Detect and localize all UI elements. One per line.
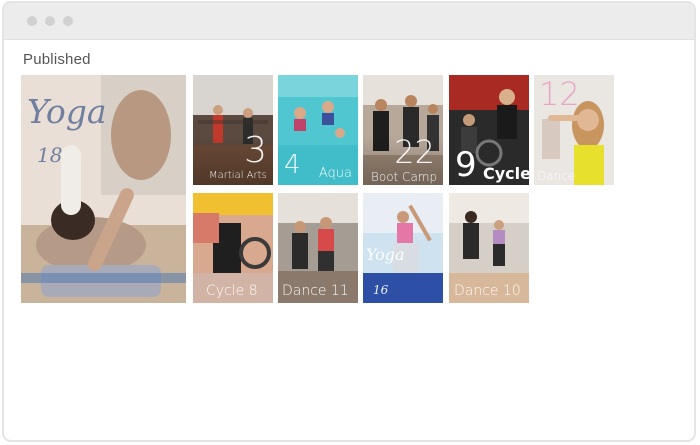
tile-aqua-4[interactable]: 4 Aqua (278, 75, 358, 185)
tile-cycle-9[interactable]: 9 Cycle (449, 75, 529, 185)
tile-dance-10[interactable]: Dance 10 (449, 193, 529, 303)
tile-label: Boot Camp (371, 170, 438, 184)
tile-number: 3 (244, 130, 267, 171)
tile-yoga-number: 18 (37, 143, 63, 167)
tile-yoga-script-title: Yoga (366, 245, 405, 264)
browser-window: Published Yoga 18 3 Martial Arts 4 Aqua … (2, 1, 696, 442)
tile-dance-12[interactable]: 12 Dance (534, 75, 614, 185)
window-minimize-dot[interactable] (45, 16, 55, 26)
tile-label: Aqua (318, 166, 352, 181)
window-maximize-dot[interactable] (63, 16, 73, 26)
tile-label: Martial Arts (209, 170, 267, 181)
tile-label: Dance (537, 169, 576, 183)
tile-boot-camp-22[interactable]: 22 Boot Camp (363, 75, 443, 185)
tile-number: 12 (539, 75, 580, 113)
section-title: Published (23, 51, 91, 68)
tile-dance-11[interactable]: Dance 11 (278, 193, 358, 303)
tile-label: Dance 11 (282, 283, 349, 299)
window-titlebar (4, 3, 694, 40)
tile-yoga-18[interactable]: Yoga 18 (21, 75, 186, 303)
tile-yoga-16[interactable]: Yoga 16 (363, 193, 443, 303)
tile-number: 9 (455, 145, 477, 185)
tile-number: 16 (373, 283, 389, 297)
tile-martial-arts-3[interactable]: 3 Martial Arts (193, 75, 273, 185)
tile-number: 4 (284, 150, 301, 180)
window-close-dot[interactable] (27, 16, 37, 26)
tile-label: Cycle (483, 164, 529, 183)
tile-yoga-script-title: Yoga (27, 92, 107, 131)
tile-cycle-8[interactable]: Cycle 8 (193, 193, 273, 303)
tile-number: 22 (394, 133, 435, 171)
tile-label: Dance 10 (454, 283, 521, 299)
tile-label: Cycle 8 (206, 283, 258, 299)
